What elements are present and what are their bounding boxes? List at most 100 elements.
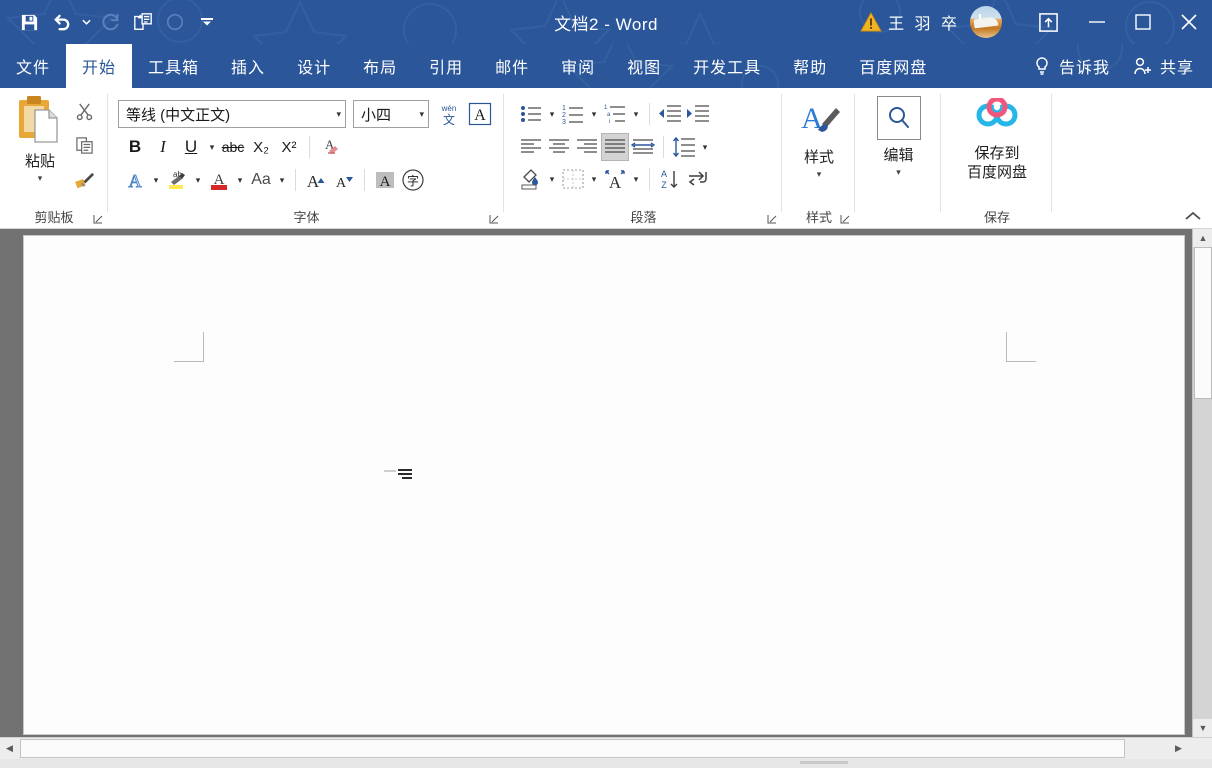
vertical-scroll-thumb[interactable] [1194, 247, 1212, 399]
document-body-text[interactable] [184, 366, 1004, 666]
maximize-button[interactable] [1120, 0, 1166, 44]
font-name-input[interactable]: 等线 (中文正文) ▾ [118, 100, 346, 128]
borders-button[interactable] [559, 165, 587, 193]
document-page[interactable] [23, 235, 1185, 735]
clipboard-dialog-launcher[interactable] [92, 212, 104, 224]
text-highlight-button[interactable]: ab [163, 166, 191, 194]
tab-design[interactable]: 设计 [281, 44, 347, 88]
align-left-button[interactable] [517, 133, 545, 161]
share-button[interactable]: 共享 [1132, 54, 1194, 78]
tab-mailings[interactable]: 邮件 [479, 44, 545, 88]
minimize-button[interactable] [1074, 0, 1120, 44]
enclose-characters-button[interactable]: 字 [399, 166, 427, 194]
italic-button[interactable]: I [149, 133, 177, 161]
scroll-left-button[interactable]: ◀ [0, 738, 19, 759]
scroll-up-button[interactable]: ▲ [1193, 229, 1212, 247]
underline-button[interactable]: U [177, 133, 205, 161]
scroll-right-button[interactable]: ▶ [1169, 738, 1188, 759]
line-spacing-dropdown-icon[interactable]: ▾ [698, 133, 712, 161]
collapse-ribbon-icon[interactable] [1182, 206, 1204, 226]
align-right-button[interactable] [573, 133, 601, 161]
tab-developer[interactable]: 开发工具 [677, 44, 777, 88]
tab-insert[interactable]: 插入 [215, 44, 281, 88]
tab-home[interactable]: 开始 [66, 44, 133, 88]
shrink-font-button[interactable]: A [330, 166, 358, 194]
increase-indent-button[interactable] [684, 100, 712, 128]
text-effects-button[interactable]: A [121, 166, 149, 194]
superscript-button[interactable]: X² [275, 133, 303, 161]
undo-icon[interactable] [46, 7, 76, 37]
vertical-scrollbar[interactable]: ▲ ▼ [1192, 229, 1212, 737]
tab-toolbox[interactable]: 工具箱 [132, 44, 215, 88]
strikethrough-button[interactable]: abc [219, 133, 247, 161]
shading-button[interactable] [517, 165, 545, 193]
user-name[interactable]: 王 羽 卒 [888, 10, 960, 34]
bullets-button[interactable] [517, 100, 545, 128]
character-border-button[interactable]: A [467, 101, 493, 127]
sort-button[interactable]: A Z [656, 165, 684, 193]
highlight-dropdown-icon[interactable]: ▾ [191, 166, 205, 194]
bullets-dropdown-icon[interactable]: ▾ [545, 100, 559, 128]
tab-references[interactable]: 引用 [413, 44, 479, 88]
close-button[interactable] [1166, 0, 1212, 44]
scroll-down-button[interactable]: ▼ [1193, 719, 1212, 737]
asian-layout-dropdown-icon[interactable]: ▾ [629, 165, 643, 193]
font-color-dropdown-icon[interactable]: ▾ [233, 166, 247, 194]
styles-dropdown-icon[interactable]: ▾ [817, 170, 822, 179]
change-case-button[interactable]: Aa [247, 166, 275, 194]
grow-font-button[interactable]: A [302, 166, 330, 194]
phonetic-guide-button[interactable]: wén 文 [436, 100, 462, 128]
warning-icon[interactable] [860, 12, 882, 32]
tab-layout[interactable]: 布局 [347, 44, 413, 88]
tab-review[interactable]: 审阅 [545, 44, 611, 88]
change-case-dropdown-icon[interactable]: ▾ [275, 166, 289, 194]
cut-button[interactable] [70, 98, 98, 124]
styles-button[interactable]: A 样式 ▾ [788, 96, 850, 179]
tab-help[interactable]: 帮助 [777, 44, 843, 88]
editing-dropdown-icon[interactable]: ▾ [896, 168, 901, 177]
tell-me-button[interactable]: 告诉我 [1033, 54, 1110, 78]
align-center-button[interactable] [545, 133, 573, 161]
copy-button[interactable] [70, 132, 98, 158]
tab-file[interactable]: 文件 [0, 44, 66, 88]
decrease-indent-button[interactable] [656, 100, 684, 128]
save-to-baidu-netdisk-button[interactable]: 保存到 百度网盘 [947, 98, 1047, 182]
horizontal-scroll-thumb[interactable] [20, 739, 1125, 758]
bold-button[interactable]: B [121, 133, 149, 161]
asian-layout-button[interactable]: A [601, 165, 629, 193]
paste-dropdown-icon[interactable]: ▾ [38, 174, 43, 183]
distribute-button[interactable] [629, 133, 657, 161]
circle-icon[interactable] [160, 7, 190, 37]
editing-button[interactable]: 编辑 ▾ [868, 96, 930, 177]
show-formatting-marks-button[interactable] [684, 165, 712, 193]
subscript-button[interactable]: X₂ [247, 133, 275, 161]
font-color-button[interactable]: A [205, 166, 233, 194]
format-painter-button[interactable] [70, 166, 98, 192]
paste-button[interactable]: 粘贴 ▾ [12, 94, 68, 198]
quick-print-icon[interactable] [128, 7, 158, 37]
paragraph-dialog-launcher[interactable] [766, 212, 778, 224]
redo-icon[interactable] [96, 7, 126, 37]
customize-qat-icon[interactable] [192, 7, 222, 37]
shading-dropdown-icon[interactable]: ▾ [545, 165, 559, 193]
numbering-button[interactable]: 1 2 3 [559, 100, 587, 128]
tab-view[interactable]: 视图 [611, 44, 677, 88]
font-name-dropdown-icon[interactable]: ▾ [336, 109, 341, 120]
styles-dialog-launcher[interactable] [839, 212, 851, 224]
multilevel-list-button[interactable]: 1 a i [601, 100, 629, 128]
line-spacing-button[interactable] [670, 133, 698, 161]
text-effects-dropdown-icon[interactable]: ▾ [149, 166, 163, 194]
horizontal-scrollbar[interactable]: ◀ ▶ [0, 737, 1212, 759]
font-size-dropdown-icon[interactable]: ▾ [419, 109, 424, 120]
character-shading-button[interactable]: A [371, 166, 399, 194]
font-size-input[interactable]: 小四 ▾ [353, 100, 429, 128]
undo-dropdown-icon[interactable] [78, 7, 94, 37]
avatar[interactable] [970, 6, 1002, 38]
clear-formatting-button[interactable]: A [316, 133, 344, 161]
font-dialog-launcher[interactable] [488, 212, 500, 224]
save-icon[interactable] [14, 7, 44, 37]
numbering-dropdown-icon[interactable]: ▾ [587, 100, 601, 128]
justify-button[interactable] [601, 133, 629, 161]
tab-baidu-netdisk[interactable]: 百度网盘 [843, 44, 943, 88]
ribbon-display-options-icon[interactable] [1022, 0, 1074, 44]
